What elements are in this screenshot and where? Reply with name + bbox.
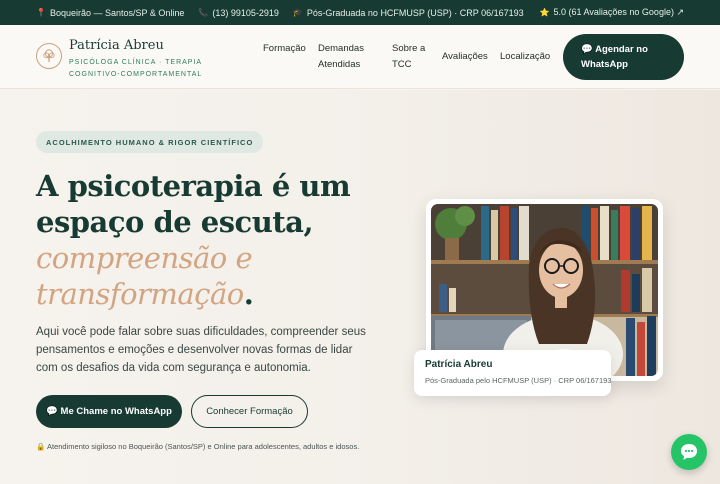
rating-text[interactable]: 5.0 (61 Avaliações no Google) ↗	[554, 7, 684, 18]
phone-icon: 📞	[198, 8, 209, 17]
hero-headline: A psicoterapia é um espaço de escuta, co…	[36, 168, 366, 312]
profile-credential: Pós-Graduada pelo HCFMUSP (USP) · CRP 06…	[425, 376, 612, 385]
headline-line-2: espaço de escuta,	[36, 205, 314, 239]
tree-logo-icon[interactable]	[36, 43, 62, 69]
brand-name[interactable]: Patrícia Abreu	[69, 38, 164, 53]
profile-name-card: Patrícia Abreu Pós-Graduada pelo HCFMUSP…	[414, 350, 611, 396]
graduation-cap-icon: 🎓	[292, 8, 303, 17]
headline-line-1: A psicoterapia é um	[36, 169, 351, 203]
star-icon: ⭐	[539, 8, 550, 17]
location-text: Boqueirão — Santos/SP & Online	[49, 7, 185, 18]
chat-bubble-icon	[681, 444, 697, 460]
google-rating-link[interactable]: ⭐ 5.0 (61 Avaliações no Google) ↗	[540, 7, 684, 18]
headline-accent-2-wrap: transformação.	[36, 276, 366, 312]
schedule-whatsapp-button[interactable]: 💬 Agendar no WhatsApp	[563, 34, 684, 80]
floating-whatsapp-button[interactable]	[671, 434, 707, 470]
nav-formacao[interactable]: Formação	[263, 41, 311, 57]
confidential-service-note: 🔒 Atendimento sigiloso no Boqueirão (San…	[36, 442, 360, 451]
headline-period: .	[243, 277, 254, 311]
nav-avaliacoes[interactable]: Avaliações	[442, 49, 488, 65]
site-header: Patrícia Abreu Psicóloga Clínica · Terap…	[0, 25, 720, 89]
nav-localizacao[interactable]: Localização	[500, 49, 550, 65]
nav-sobre-tcc[interactable]: Sobre a TCC	[392, 41, 432, 73]
brand-subtitle: Psicóloga Clínica · Terapia Cognitivo-Co…	[69, 59, 203, 78]
location-info: 📍 Boqueirão — Santos/SP & Online	[36, 8, 184, 18]
credential-text: Pós-Graduada no HCFMUSP (USP) · CRP 06/1…	[306, 7, 524, 18]
phone-text[interactable]: (13) 99105-2919	[212, 8, 279, 18]
headline-accent-2: transformação	[36, 277, 244, 311]
headline-accent-1: compreensão e	[36, 241, 253, 275]
phone-info[interactable]: 📞 (13) 99105-2919	[198, 8, 279, 18]
learn-formation-button[interactable]: Conhecer Formação	[191, 395, 308, 428]
credential-info: 🎓 Pós-Graduada no HCFMUSP (USP) · CRP 06…	[293, 8, 524, 18]
top-info-bar: 📍 Boqueirão — Santos/SP & Online 📞 (13) …	[0, 0, 720, 25]
hero-badge: ACOLHIMENTO HUMANO & RIGOR CIENTÍFICO	[36, 131, 264, 153]
pin-icon: 📍	[36, 8, 46, 17]
profile-name: Patrícia Abreu	[425, 359, 493, 370]
whatsapp-contact-button[interactable]: 💬 Me Chame no WhatsApp	[36, 395, 182, 428]
nav-demandas-atendidas[interactable]: Demandas Atendidas	[318, 41, 382, 73]
hero-description: Aqui você pode falar sobre suas dificuld…	[36, 326, 366, 374]
